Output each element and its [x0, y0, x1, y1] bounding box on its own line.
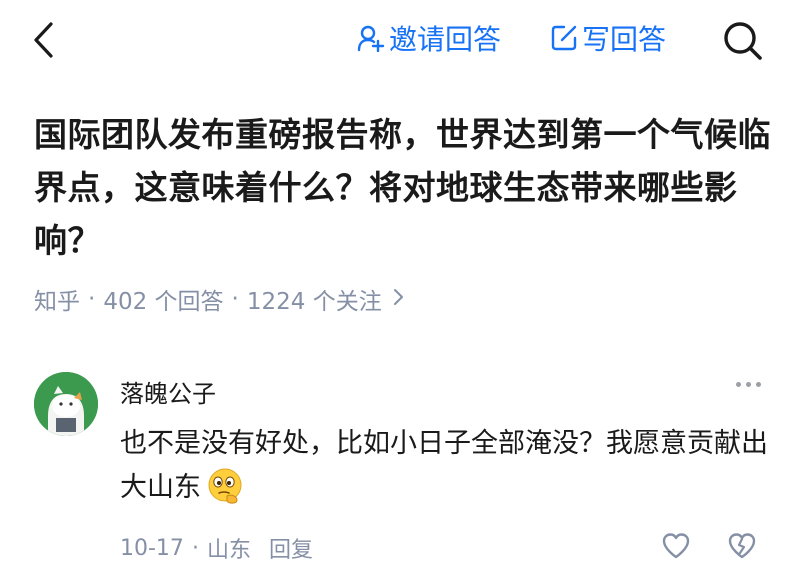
answer-count: 402 个回答: [103, 289, 224, 315]
more-dots-icon: [745, 381, 751, 387]
comment-date: 10-17: [120, 535, 184, 561]
reply-button[interactable]: 回复: [269, 532, 313, 564]
meta-separator: ·: [191, 535, 199, 561]
dislike-button[interactable]: [724, 528, 760, 564]
meta-separator: ·: [231, 286, 239, 312]
chevron-right-icon: [392, 287, 404, 312]
thinking-emoji-icon: [205, 466, 245, 506]
back-button[interactable]: [28, 18, 58, 62]
question-title[interactable]: 国际团队发布重磅报告称，世界达到第一个气候临界点，这意味着什么？将对地球生态带来…: [34, 108, 774, 267]
like-button[interactable]: [658, 528, 694, 564]
source-label: 知乎: [34, 289, 80, 315]
comment-author[interactable]: 落魄公子: [120, 374, 216, 409]
chevron-left-icon: [34, 22, 53, 58]
write-answer-label: 写回答: [582, 23, 667, 56]
avatar[interactable]: [34, 372, 98, 436]
question-meta[interactable]: 知乎 · 402 个回答 · 1224 个关注: [34, 282, 404, 316]
edit-icon: [550, 24, 578, 52]
broken-heart-icon: [728, 533, 756, 559]
comment-meta: 10-17 · 山东 回复: [120, 532, 313, 564]
meta-separator: ·: [88, 286, 96, 312]
invite-answer-label: 邀请回答: [389, 23, 502, 56]
search-icon: [724, 22, 762, 60]
comment-body: 也不是没有好处，比如小日子全部淹没？我愿意贡献出大山东: [120, 422, 772, 510]
add-person-icon: [357, 24, 385, 52]
heart-icon: [662, 533, 690, 559]
write-answer-button[interactable]: 写回答: [550, 18, 666, 58]
comment-location: 山东: [206, 538, 251, 563]
follower-count: 1224 个关注: [246, 289, 382, 315]
more-dots-icon: [755, 381, 761, 387]
comment-item: 落魄公子 也不是没有好处，比如小日子全部淹没？我愿意贡献出大山东 10-17 ·…: [0, 360, 800, 586]
top-navigation-bar: 邀请回答 写回答: [0, 0, 800, 80]
more-options-button[interactable]: [728, 372, 768, 396]
search-button[interactable]: [718, 16, 768, 66]
invite-answer-button[interactable]: 邀请回答: [357, 18, 501, 58]
more-dots-icon: [735, 381, 741, 387]
